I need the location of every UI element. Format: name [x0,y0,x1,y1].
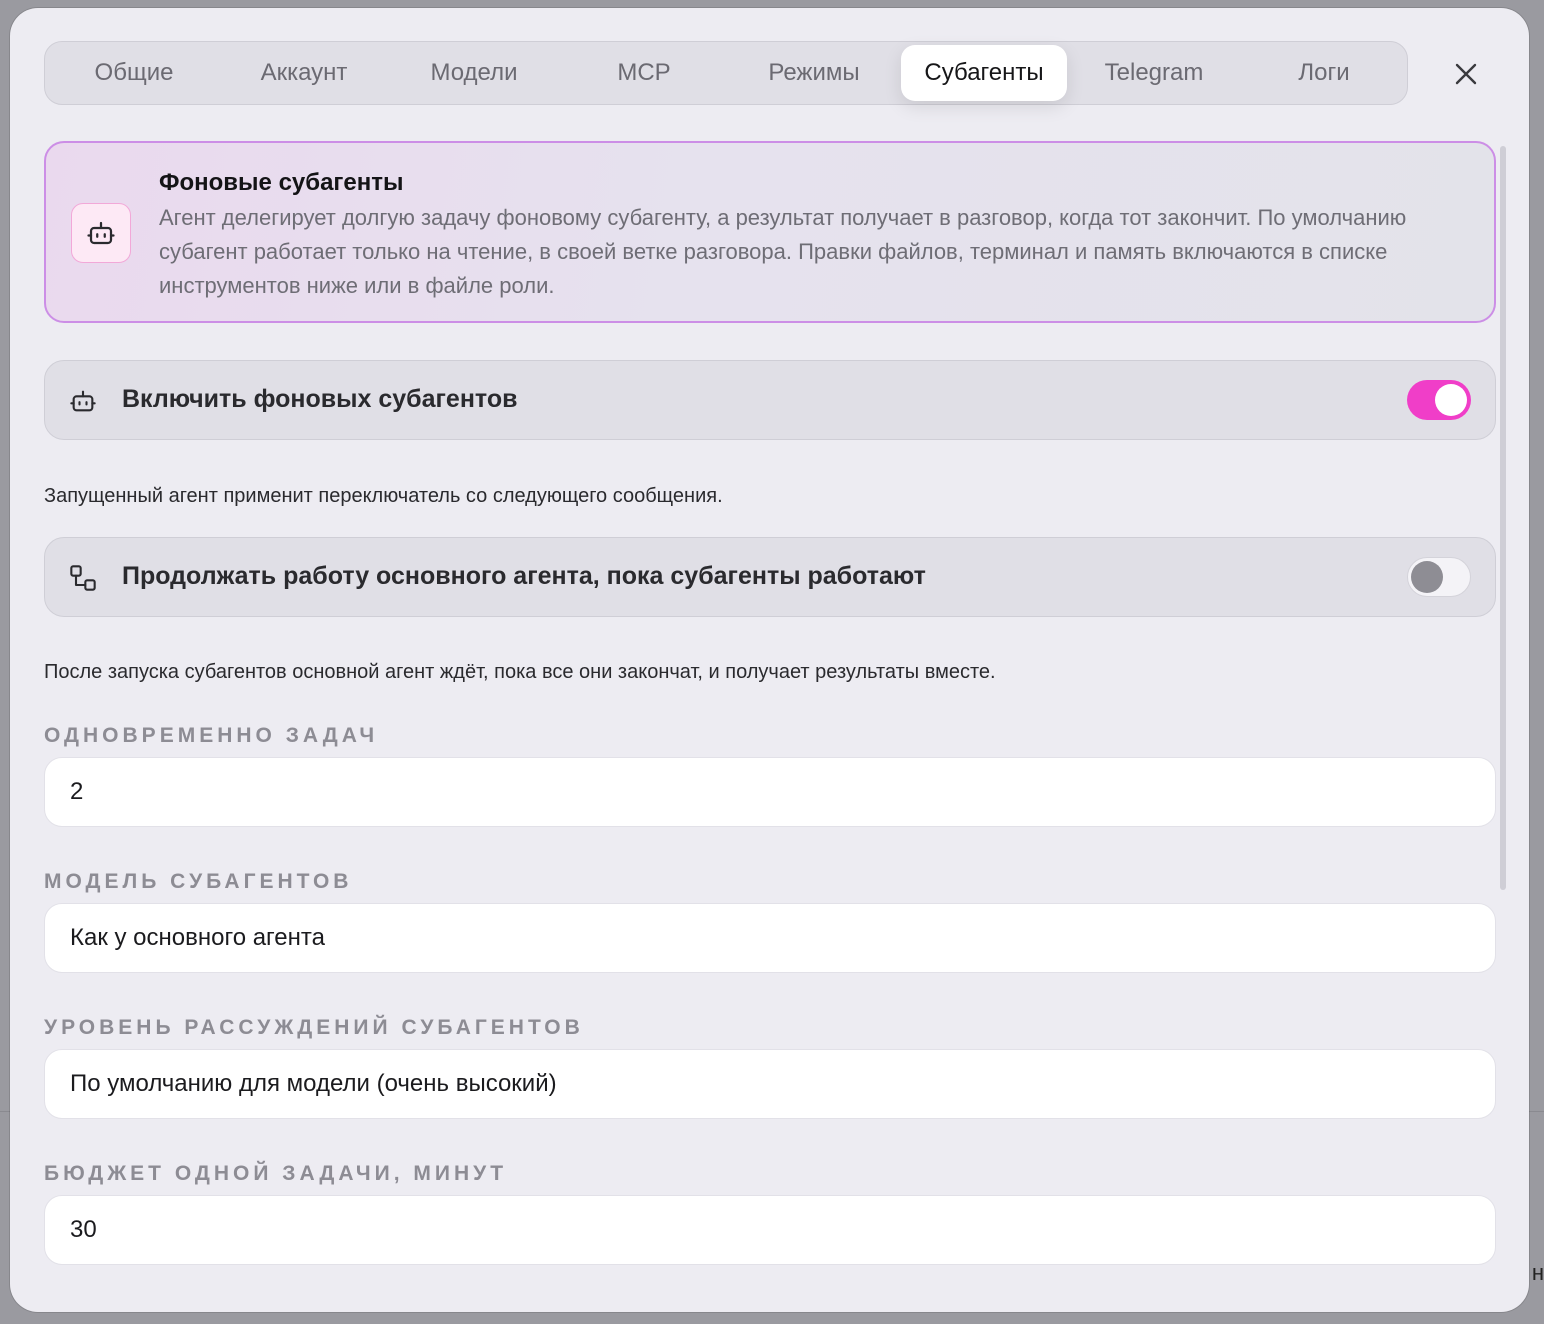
continue-main-agent-label: Продолжать работу основного агента, пока… [122,562,926,590]
scrollbar[interactable] [1500,146,1506,890]
continue-main-agent-row[interactable]: Продолжать работу основного агента, пока… [44,537,1496,617]
tab-bar: Общие Аккаунт Модели MCP Режимы Субагент… [44,41,1408,105]
toggle-knob [1435,384,1467,416]
info-title: Фоновые субагенты [159,169,404,196]
robot-icon [70,390,96,412]
close-icon [1455,63,1477,85]
settings-modal: Общие Аккаунт Модели MCP Режимы Субагент… [10,8,1529,1312]
continue-main-agent-toggle[interactable] [1407,557,1471,597]
enable-subagents-hint: Запущенный агент применит переключатель … [44,485,723,507]
robot-icon [87,221,115,245]
info-description: Агент делегирует долгую задачу фоновому … [159,205,1407,298]
backdrop-text: н [1531,1260,1544,1285]
tab-telegram[interactable]: Telegram [1069,45,1239,101]
tab-models[interactable]: Модели [389,45,559,101]
enable-subagents-row[interactable]: Включить фоновых субагентов [44,360,1496,440]
info-icon-box [71,203,131,263]
subagent-model-label: МОДЕЛЬ СУБАГЕНТОВ [44,870,353,893]
tab-account[interactable]: Аккаунт [219,45,389,101]
tab-modes[interactable]: Режимы [729,45,899,101]
concurrent-tasks-label: ОДНОВРЕМЕННО ЗАДАЧ [44,724,379,747]
task-budget-input[interactable]: 30 [44,1195,1496,1265]
tab-mcp[interactable]: MCP [559,45,729,101]
enable-subagents-label: Включить фоновых субагентов [122,385,518,413]
continue-main-agent-hint: После запуска субагентов основной агент … [44,661,996,683]
reasoning-level-label: УРОВЕНЬ РАССУЖДЕНИЙ СУБАГЕНТОВ [44,1016,584,1039]
task-budget-label: БЮДЖЕТ ОДНОЙ ЗАДАЧИ, МИНУТ [44,1162,508,1185]
close-button[interactable] [1446,54,1486,94]
tab-subagents[interactable]: Субагенты [901,45,1067,101]
toggle-knob [1411,560,1443,593]
tab-general[interactable]: Общие [49,45,219,101]
info-card: Фоновые субагенты Агент делегирует долгу… [44,141,1496,323]
tab-logs[interactable]: Логи [1239,45,1409,101]
reasoning-level-select[interactable]: По умолчанию для модели (очень высокий) [44,1049,1496,1119]
subagent-model-select[interactable]: Как у основного агента [44,903,1496,973]
enable-subagents-toggle[interactable] [1407,380,1471,420]
flow-icon [70,565,96,591]
concurrent-tasks-input[interactable]: 2 [44,757,1496,827]
